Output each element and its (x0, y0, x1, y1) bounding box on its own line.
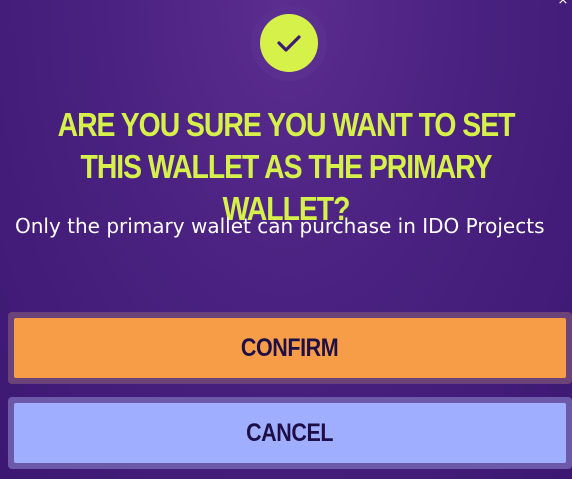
check-circle (260, 14, 318, 72)
confirm-button[interactable]: CONFIRM (14, 318, 566, 378)
cancel-button-label: CANCEL (246, 418, 334, 447)
dialog-message: Only the primary wallet can purchase in … (15, 214, 545, 238)
cancel-button-frame: CANCEL (8, 397, 572, 469)
check-icon (277, 35, 301, 52)
primary-wallet-dialog: × ARE YOU SURE YOU WANT TO SET THIS WALL… (0, 0, 572, 479)
cancel-button[interactable]: CANCEL (14, 403, 566, 463)
confirm-button-frame: CONFIRM (8, 312, 572, 384)
success-badge (251, 5, 327, 81)
confirm-button-label: CONFIRM (241, 333, 339, 362)
close-button[interactable]: × (556, 0, 570, 8)
